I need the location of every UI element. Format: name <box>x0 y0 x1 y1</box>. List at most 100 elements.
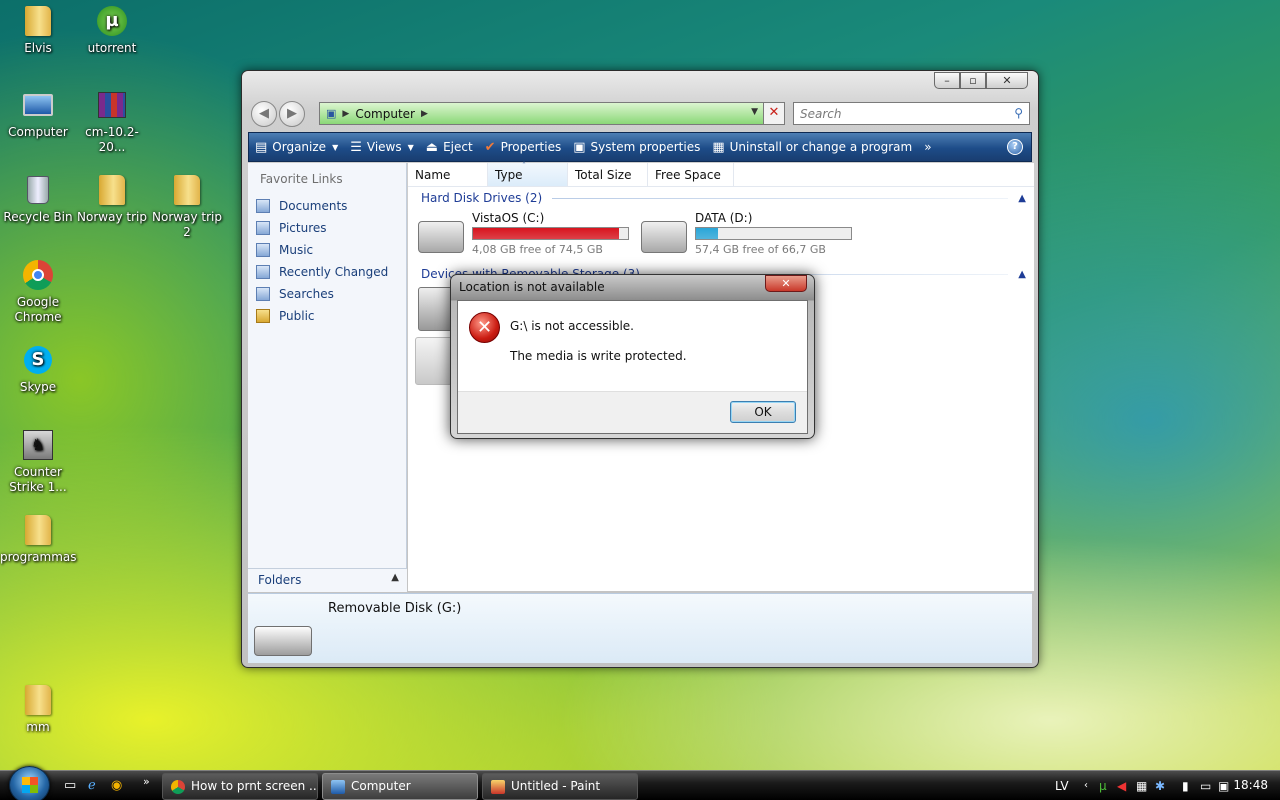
internet-explorer-icon[interactable]: ℯ <box>88 778 96 793</box>
desktop-icon-norway-trip[interactable]: Norway trip <box>74 173 150 225</box>
desktop-icon-google-chrome[interactable]: Google Chrome <box>0 258 76 325</box>
maximize-button[interactable]: ▫ <box>960 72 986 89</box>
taskbar-item-chrome[interactable]: How to prnt screen ... <box>162 773 318 800</box>
collapse-icon[interactable]: ▲ <box>1018 193 1026 204</box>
desktop-icon-counter-strike[interactable]: ♞ Counter Strike 1... <box>0 428 76 495</box>
favorite-link-public[interactable]: Public <box>248 305 406 327</box>
desktop-icon-skype[interactable]: S Skype <box>0 343 76 395</box>
help-icon[interactable]: ? <box>1007 139 1023 155</box>
taskbar-item-label: Untitled - Paint <box>511 779 601 793</box>
column-header-type[interactable]: ˄ Type <box>488 161 568 186</box>
utorrent-tray-icon[interactable]: µ <box>1099 779 1107 793</box>
taskbar-item-computer[interactable]: Computer <box>322 773 478 800</box>
taskbar: ▭ ℯ ◉ » How to prnt screen ... Computer … <box>0 766 1280 800</box>
quicklaunch-more-icon[interactable]: » <box>143 775 150 788</box>
winrar-icon <box>95 88 129 122</box>
start-button[interactable] <box>9 766 50 800</box>
favorite-link-searches[interactable]: Searches <box>248 283 406 305</box>
address-bar[interactable]: ▣ ▶ Computer ▶ ▼ ✕ <box>319 102 785 125</box>
ok-button[interactable]: OK <box>730 401 796 423</box>
language-indicator[interactable]: LV <box>1055 779 1069 793</box>
computer-icon: ▣ <box>326 107 337 120</box>
breadcrumb-computer[interactable]: Computer <box>355 107 415 121</box>
desktop-icon-label: Google Chrome <box>14 295 62 324</box>
drive-item[interactable]: DATA (D:) 57,4 GB free of 66,7 GB <box>641 211 852 256</box>
volume-muted-icon[interactable]: ◀ <box>1117 779 1126 793</box>
desktop-icon-label: mm <box>26 720 50 734</box>
clock[interactable]: 18:48 <box>1233 778 1268 792</box>
drive-usage-bar <box>472 227 629 240</box>
column-header-type-label: Type <box>495 168 523 182</box>
back-button[interactable]: ◀ <box>251 101 277 127</box>
tray-expand-icon[interactable]: ‹ <box>1084 780 1088 791</box>
taskbar-item-paint[interactable]: Untitled - Paint <box>482 773 638 800</box>
favorite-link-pictures[interactable]: Pictures <box>248 217 406 239</box>
drive-item[interactable]: VistaOS (C:) 4,08 GB free of 74,5 GB <box>418 211 629 256</box>
favorite-link-label: Recently Changed <box>279 265 389 279</box>
desktop-icon-label: Counter Strike 1... <box>9 465 67 494</box>
taskbar-item-label: Computer <box>351 779 411 793</box>
column-header-free-space[interactable]: Free Space <box>648 163 734 186</box>
column-header-total-size[interactable]: Total Size <box>568 163 648 186</box>
system-properties-button[interactable]: ▣ System properties <box>567 133 706 161</box>
minimize-button[interactable]: – <box>934 72 960 89</box>
folder-icon <box>21 513 55 547</box>
forward-button[interactable]: ▶ <box>279 101 305 127</box>
stop-icon[interactable]: ✕ <box>763 102 785 125</box>
uninstall-button[interactable]: ▦ Uninstall or change a program <box>706 133 918 161</box>
column-header-name[interactable]: Name <box>408 163 488 186</box>
close-button[interactable]: ✕ <box>986 72 1028 89</box>
favorite-link-documents[interactable]: Documents <box>248 195 406 217</box>
show-desktop-icon[interactable]: ▭ <box>64 778 76 793</box>
address-dropdown-icon[interactable]: ▼ <box>751 107 758 117</box>
search-icon[interactable]: ⚲ <box>1014 106 1023 120</box>
safely-remove-hardware-icon[interactable]: ▣ <box>1218 779 1229 793</box>
views-menu[interactable]: ☰ Views ▼ <box>344 133 420 161</box>
taskbar-item-label: How to prnt screen ... <box>191 779 318 793</box>
collapse-icon[interactable]: ▲ <box>1018 269 1026 280</box>
favorite-link-recently-changed[interactable]: Recently Changed <box>248 261 406 283</box>
desktop-icon-label: programmas <box>0 550 77 564</box>
properties-button[interactable]: ✔ Properties <box>479 133 568 161</box>
eject-button[interactable]: ⏏ Eject <box>420 133 479 161</box>
drive-usage-fill <box>696 228 718 239</box>
desktop-icon-archive[interactable]: cm-10.2-20... <box>74 88 150 155</box>
chrome-icon[interactable]: ◉ <box>111 778 122 793</box>
drive-usage-bar <box>695 227 852 240</box>
organize-label: Organize <box>272 140 327 154</box>
organize-icon: ▤ <box>255 139 268 155</box>
favorite-link-music[interactable]: Music <box>248 239 406 261</box>
window-controls: – ▫ ✕ <box>934 72 1028 89</box>
desktop-icon-mm[interactable]: mm <box>0 683 76 735</box>
desktop-icon-utorrent[interactable]: µ utorrent <box>74 4 150 56</box>
bluetooth-icon[interactable]: ✱ <box>1155 779 1165 793</box>
counter-strike-icon: ♞ <box>21 428 55 462</box>
desktop-icon-programmas[interactable]: programmas <box>0 513 77 565</box>
programs-icon: ▦ <box>712 139 725 155</box>
network-icon[interactable]: ▦ <box>1136 779 1147 793</box>
group-header-hard-disk-drives[interactable]: Hard Disk Drives (2) ▲ <box>408 191 1034 205</box>
organize-menu[interactable]: ▤ Organize ▼ <box>249 133 344 161</box>
desktop-icon-recycle-bin[interactable]: Recycle Bin <box>0 173 76 225</box>
power-icon[interactable]: ▮ <box>1182 779 1189 793</box>
desktop-icon-norway-trip-2[interactable]: Norway trip 2 <box>149 173 225 240</box>
views-label: Views <box>366 140 402 154</box>
public-folder-icon <box>256 309 270 323</box>
dialog-close-button[interactable]: ✕ <box>765 275 807 292</box>
desktop-icon-computer[interactable]: Computer <box>0 88 76 140</box>
chrome-icon <box>171 780 185 794</box>
folders-label: Folders <box>258 573 302 587</box>
search-input[interactable]: Search ⚲ <box>793 102 1030 125</box>
removable-disk-icon <box>254 626 312 656</box>
display-icon[interactable]: ▭ <box>1200 779 1211 793</box>
breadcrumb-arrow-icon[interactable]: ▶ <box>421 109 428 119</box>
folders-toggle[interactable]: Folders ▲ <box>248 568 407 592</box>
folder-icon <box>95 173 129 207</box>
documents-icon <box>256 199 270 213</box>
more-commands-button[interactable]: » <box>918 133 937 161</box>
breadcrumb-arrow-icon[interactable]: ▶ <box>342 109 349 119</box>
recycle-bin-icon <box>21 173 55 207</box>
searches-icon <box>256 287 270 301</box>
desktop-icon-elvis[interactable]: Elvis <box>0 4 76 56</box>
utorrent-icon: µ <box>95 4 129 38</box>
